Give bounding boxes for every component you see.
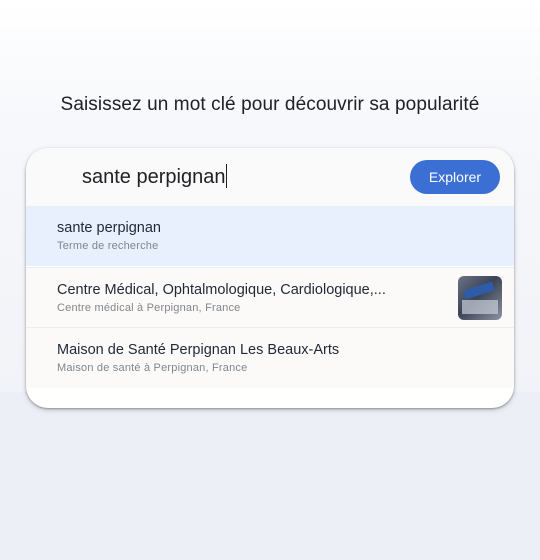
search-input[interactable]: sante perpignan [82, 164, 228, 189]
suggestion-subtitle: Maison de santé à Perpignan, France [57, 362, 248, 374]
suggestion-title: Centre Médical, Ophtalmologique, Cardiol… [57, 282, 386, 298]
suggestion-item-centre-medical[interactable]: Centre Médical, Ophtalmologique, Cardiol… [26, 267, 514, 328]
place-thumbnail [458, 276, 502, 320]
suggestion-title: sante perpignan [57, 220, 161, 236]
search-bar[interactable]: sante perpignan Explorer [26, 148, 514, 207]
thumbnail-window [462, 300, 498, 314]
suggestion-title: Maison de Santé Perpignan Les Beaux-Arts [57, 342, 340, 358]
suggestion-subtitle: Terme de recherche [57, 240, 159, 252]
suggestion-item-maison-de-sante[interactable]: Maison de Santé Perpignan Les Beaux-Arts… [26, 327, 514, 388]
text-cursor [226, 164, 228, 188]
suggestion-subtitle: Centre médical à Perpignan, France [57, 302, 241, 314]
search-card: sante perpignan Explorer sante perpignan… [26, 148, 514, 408]
page-background-bottom [0, 392, 540, 560]
search-input-value: sante perpignan [82, 166, 226, 188]
explore-button[interactable]: Explorer [410, 160, 500, 194]
page-title: Saisissez un mot clé pour découvrir sa p… [60, 94, 480, 115]
thumbnail-sign [463, 281, 495, 300]
suggestion-item-search-term[interactable]: sante perpignan Terme de recherche [26, 206, 514, 266]
